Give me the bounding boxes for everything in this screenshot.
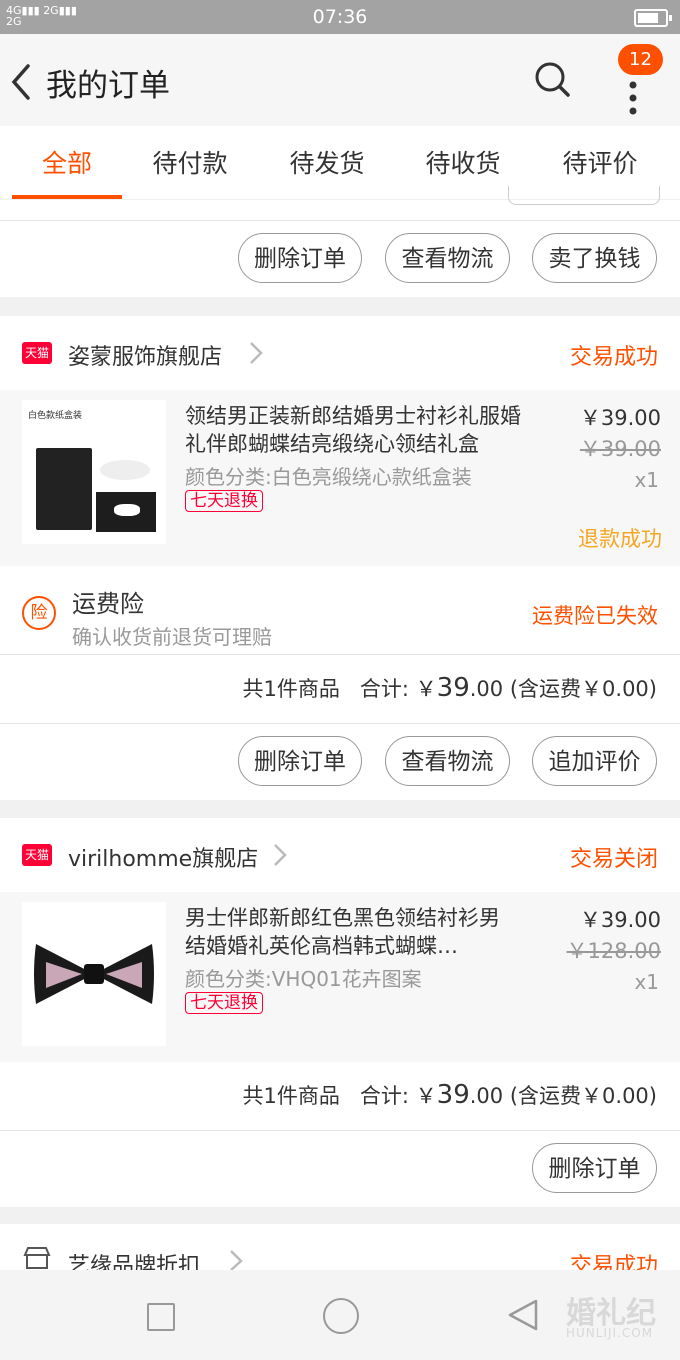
product-image[interactable] [22, 902, 166, 1046]
tmall-badge: 天猫 [22, 342, 52, 364]
back-arrow-icon[interactable] [8, 62, 34, 102]
quantity: x1 [634, 970, 659, 994]
store-icon [23, 1247, 51, 1269]
insurance-subtitle: 确认收货前退货可理赔 [72, 625, 272, 649]
currency: ￥ [415, 677, 437, 701]
home-icon[interactable] [323, 1298, 359, 1334]
chevron-right-icon [250, 342, 263, 364]
product-price: ￥39.00 [579, 908, 661, 932]
order2-summary: 共1件商品 合计: ￥39.00 (含运费￥0.00) [0, 1062, 680, 1130]
back-triangle-icon[interactable] [506, 1298, 540, 1332]
seven-day-return-tag: 七天退换 [185, 490, 263, 512]
bow-tie-icon [34, 944, 154, 1004]
chevron-right-icon [274, 844, 287, 866]
system-nav-bar: 婚礼纪 HUNLIJI.COM [0, 1270, 680, 1360]
insurance-status: 运费险已失效 [532, 604, 658, 628]
order2-actions: 删除订单 [0, 1131, 680, 1207]
total-amount: 39 [436, 673, 470, 703]
recent-apps-icon[interactable] [147, 1303, 175, 1331]
order-card-partial [0, 186, 680, 220]
add-review-button[interactable]: 追加评价 [532, 736, 657, 786]
original-price: ￥39.00 [579, 437, 661, 461]
order3-shop-header[interactable]: 艺缘品牌折扣 交易成功 [0, 1224, 680, 1279]
item-count: 共1件商品 [242, 1084, 340, 1108]
total-amount: 39 [436, 1080, 470, 1110]
order-actions-top: 删除订单 查看物流 卖了换钱 [0, 221, 680, 297]
search-icon[interactable] [534, 60, 572, 100]
tmall-badge: 天猫 [22, 844, 52, 866]
delete-order-button[interactable]: 删除订单 [238, 736, 362, 786]
tab-pending-shipment[interactable]: 待发货 [257, 144, 397, 180]
currency: ￥ [415, 1084, 437, 1108]
message-count-badge: 12 [618, 44, 663, 75]
view-logistics-button[interactable]: 查看物流 [385, 736, 510, 786]
resell-button[interactable]: 卖了换钱 [532, 233, 657, 283]
tab-pending-payment[interactable]: 待付款 [120, 144, 260, 180]
original-price: ￥128.00 [566, 939, 661, 963]
order2-product[interactable]: 男士伴郎新郎红色黑色领结衬衫男 结婚婚礼英伦高档韩式蝴蝶… 颜色分类:VHQ01… [0, 892, 680, 1062]
shipping-fee: (含运费￥0.00) [509, 677, 657, 701]
order1-summary: 共1件商品 合计: ￥39.00 (含运费￥0.00) [0, 655, 680, 723]
active-tab-indicator [12, 195, 122, 199]
order1-shop-header[interactable]: 天猫 姿蒙服饰旗舰店 交易成功 [0, 316, 680, 390]
order-status: 交易成功 [569, 345, 658, 370]
insurance-icon: 险 [22, 596, 56, 630]
product-title[interactable]: 男士伴郎新郎红色黑色领结衬衫男 结婚婚礼英伦高档韩式蝴蝶… [185, 904, 520, 960]
tab-pending-receipt[interactable]: 待收货 [393, 144, 533, 180]
delete-order-button[interactable]: 删除订单 [238, 233, 362, 283]
product-spec: 颜色分类:白色亮缎绕心款纸盒装 [185, 465, 472, 489]
quantity: x1 [634, 468, 659, 492]
tab-pending-review[interactable]: 待评价 [530, 144, 670, 180]
total-label: 合计: [359, 677, 409, 701]
page-title: 我的订单 [46, 68, 170, 104]
product-price: ￥39.00 [579, 406, 661, 430]
item-count: 共1件商品 [242, 677, 340, 701]
total-label: 合计: [359, 1084, 409, 1108]
shop-name[interactable]: virilhomme旗舰店 [68, 841, 258, 873]
app-header: 我的订单 [0, 34, 680, 126]
clock: 07:36 [312, 6, 368, 28]
order2-shop-header[interactable]: 天猫 virilhomme旗舰店 交易关闭 [0, 818, 680, 892]
view-logistics-button[interactable]: 查看物流 [385, 233, 510, 283]
insurance-title: 运费险 [72, 590, 144, 618]
refund-status[interactable]: 退款成功 [578, 523, 662, 553]
status-bar: 4G▮▮▮ 2G▮▮▮ 2G 07:36 [0, 0, 680, 34]
order1-product[interactable]: 白色款纸盒装 领结男正装新郎结婚男士衬衫礼服婚礼伴郎蝴蝶结亮缎绕心领结礼盒 颜色… [0, 390, 680, 566]
product-title[interactable]: 领结男正装新郎结婚男士衬衫礼服婚礼伴郎蝴蝶结亮缎绕心领结礼盒 [185, 402, 535, 458]
tab-all[interactable]: 全部 [0, 144, 137, 180]
order1-actions: 删除订单 查看物流 追加评价 [0, 724, 680, 800]
product-image[interactable]: 白色款纸盒装 [22, 400, 166, 544]
shipping-fee: (含运费￥0.00) [509, 1084, 657, 1108]
delete-order-button[interactable]: 删除订单 [532, 1143, 657, 1193]
order-status: 交易关闭 [569, 847, 658, 872]
seven-day-return-tag: 七天退换 [185, 992, 263, 1014]
product-spec: 颜色分类:VHQ01花卉图案 [185, 967, 422, 991]
battery-icon [634, 9, 672, 27]
shipping-insurance-row[interactable]: 险 运费险 确认收货前退货可理赔 运费险已失效 [0, 566, 680, 654]
chevron-right-icon [230, 1250, 243, 1270]
watermark-url: HUNLIJI.COM [566, 1326, 654, 1340]
shop-name[interactable]: 姿蒙服饰旗舰店 [68, 339, 222, 371]
